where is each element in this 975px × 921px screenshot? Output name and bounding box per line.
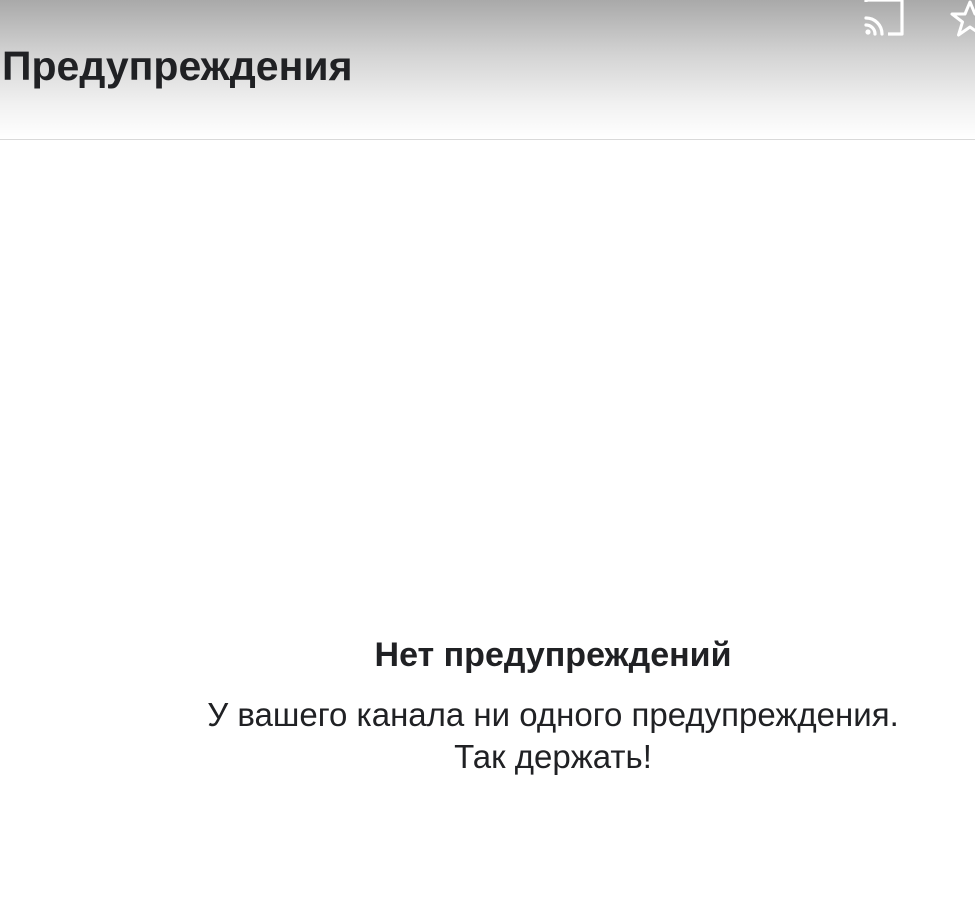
- empty-state-title: Нет предупреждений: [374, 636, 732, 674]
- star-icon: [950, 0, 975, 37]
- top-app-bar: Предупреждения: [0, 0, 975, 140]
- star-button[interactable]: [950, 0, 975, 40]
- empty-state: Нет предупреждений У вашего канала ни од…: [130, 630, 975, 778]
- empty-state-message-line-1: У вашего канала ни одного предупреждения…: [207, 696, 899, 733]
- empty-state-message: У вашего канала ни одного предупреждения…: [130, 694, 975, 778]
- cast-icon: [864, 0, 904, 36]
- strikes-screen: Предупреждения Нет предупреждений У ваше…: [0, 0, 975, 921]
- cast-button[interactable]: [856, 0, 912, 40]
- empty-state-message-line-2: Так держать!: [454, 738, 652, 775]
- page-title: Предупреждения: [2, 43, 353, 89]
